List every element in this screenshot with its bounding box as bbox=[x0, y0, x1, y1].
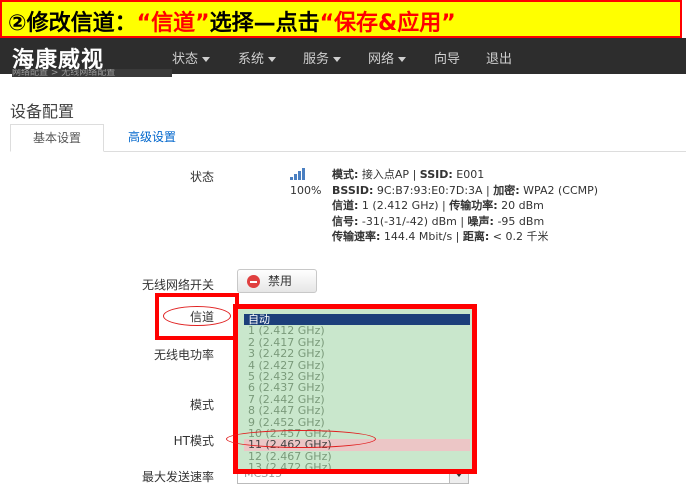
bssid-value: 9C:B7:93:E0:7D:3A bbox=[376, 183, 483, 197]
nav-wizard[interactable]: 向导 bbox=[434, 48, 460, 67]
channel-status-value: 1 (2.412 GHz) bbox=[361, 199, 439, 212]
breadcrumb: 网络配置 > 无线网络配置 bbox=[12, 69, 172, 77]
instruction-text: ②修改信道：“信道”选择—点击“保存&应用” bbox=[8, 5, 456, 37]
max-rate-label: 最大发送速率 bbox=[141, 470, 214, 484]
channel-dropdown[interactable]: 自动 1 (2.412 GHz) 2 (2.417 GHz) 3 (2.422 GHz… bbox=[233, 304, 477, 474]
signal-value: -31(-31/-42) dBm bbox=[361, 214, 457, 228]
distance-label: 距离: bbox=[462, 230, 490, 243]
tabs-divider bbox=[10, 151, 686, 152]
ssid-value: E001 bbox=[456, 168, 485, 181]
chevron-down-icon bbox=[268, 57, 277, 62]
stop-icon bbox=[247, 275, 260, 288]
status-line-2: BSSID: 9C:B7:93:E0:7D:3A | 加密: WPA2 (CCM… bbox=[332, 183, 599, 197]
tab-advanced-settings[interactable]: 高级设置 bbox=[118, 124, 186, 152]
mode-value: 接入点AP bbox=[361, 168, 410, 181]
nav-logout-label: 退出 bbox=[486, 52, 513, 67]
chevron-down-icon bbox=[398, 57, 407, 62]
encryption-value: WPA2 (CCMP) bbox=[523, 183, 599, 197]
instruction-channel-quote: “信道” bbox=[136, 11, 210, 36]
status-details: 模式: 接入点AP | SSID: E001 BSSID: 9C:B7:93:E… bbox=[332, 167, 598, 245]
nav-status[interactable]: 状态 bbox=[172, 48, 211, 67]
mode-field-label: 模式 bbox=[189, 398, 214, 412]
txpower-label: 传输功率: bbox=[449, 199, 498, 212]
channel-option[interactable]: 13 (2.472 GHz) bbox=[244, 462, 470, 469]
nav-system-label: 系统 bbox=[238, 52, 265, 67]
rate-value: 144.4 Mbit/s bbox=[383, 230, 453, 243]
nav-system[interactable]: 系统 bbox=[238, 48, 277, 67]
channel-label: 信道 bbox=[189, 310, 214, 324]
status-line-5: 传输速率: 144.4 Mbit/s | 距离: < 0.2 千米 bbox=[332, 230, 549, 243]
rate-label: 传输速率: bbox=[332, 230, 381, 243]
channel-option[interactable]: 3 (2.422 GHz) bbox=[244, 348, 470, 360]
channel-options-list: 自动 1 (2.412 GHz) 2 (2.417 GHz) 3 (2.422 GHz… bbox=[244, 314, 470, 469]
disable-wireless-button[interactable]: 禁用 bbox=[237, 269, 317, 293]
nav-logout[interactable]: 退出 bbox=[486, 48, 512, 67]
breadcrumb-text: 网络配置 > 无线网络配置 bbox=[12, 69, 116, 77]
nav-services-label: 服务 bbox=[303, 52, 330, 67]
bssid-label: BSSID: bbox=[332, 183, 374, 197]
signal-label: 信号: bbox=[332, 214, 359, 228]
channel-option[interactable]: 8 (2.447 GHz) bbox=[244, 405, 470, 417]
status-line-3: 信道: 1 (2.412 GHz) | 传输功率: 20 dBm bbox=[332, 199, 544, 212]
nav-status-label: 状态 bbox=[172, 52, 199, 67]
instruction-select: 选择 bbox=[209, 11, 254, 36]
encryption-label: 加密: bbox=[493, 183, 520, 197]
noise-label: 噪声: bbox=[467, 214, 494, 228]
nav-wizard-label: 向导 bbox=[434, 52, 461, 67]
instruction-save-quote: “保存&应用” bbox=[319, 11, 456, 36]
channel-11-oval bbox=[226, 430, 376, 448]
wireless-switch-label: 无线网络开关 bbox=[141, 278, 214, 292]
noise-value: -95 dBm bbox=[497, 214, 545, 228]
nav-network[interactable]: 网络 bbox=[368, 48, 407, 67]
page-title: 设备配置 bbox=[10, 102, 75, 121]
chevron-down-icon bbox=[333, 57, 342, 62]
signal-strength-icon bbox=[290, 168, 305, 180]
distance-value: < 0.2 千米 bbox=[492, 230, 549, 243]
instruction-dash: — bbox=[253, 11, 276, 36]
status-line-1: 模式: 接入点AP | SSID: E001 bbox=[332, 168, 485, 181]
instruction-click: 点击 bbox=[275, 11, 320, 36]
tx-power-label: 无线电功率 bbox=[153, 348, 214, 362]
nav-services[interactable]: 服务 bbox=[303, 48, 342, 67]
instruction-banner: ②修改信道：“信道”选择—点击“保存&应用” bbox=[0, 0, 682, 38]
status-label: 状态 bbox=[189, 170, 214, 184]
channel-status-label: 信道: bbox=[332, 199, 359, 212]
ht-mode-label: HT模式 bbox=[173, 434, 214, 448]
tab-basic-settings[interactable]: 基本设置 bbox=[10, 124, 104, 152]
nav-network-label: 网络 bbox=[368, 52, 395, 67]
signal-percent: 100% bbox=[290, 184, 322, 197]
mode-label: 模式: bbox=[332, 168, 359, 181]
ssid-label: SSID: bbox=[419, 168, 453, 181]
instruction-step: ②修改信道： bbox=[8, 11, 137, 36]
status-line-4: 信号: -31(-31/-42) dBm | 噪声: -95 dBm bbox=[332, 214, 545, 228]
txpower-value: 20 dBm bbox=[501, 199, 544, 212]
disable-button-label: 禁用 bbox=[268, 274, 293, 288]
chevron-down-icon bbox=[202, 57, 211, 62]
